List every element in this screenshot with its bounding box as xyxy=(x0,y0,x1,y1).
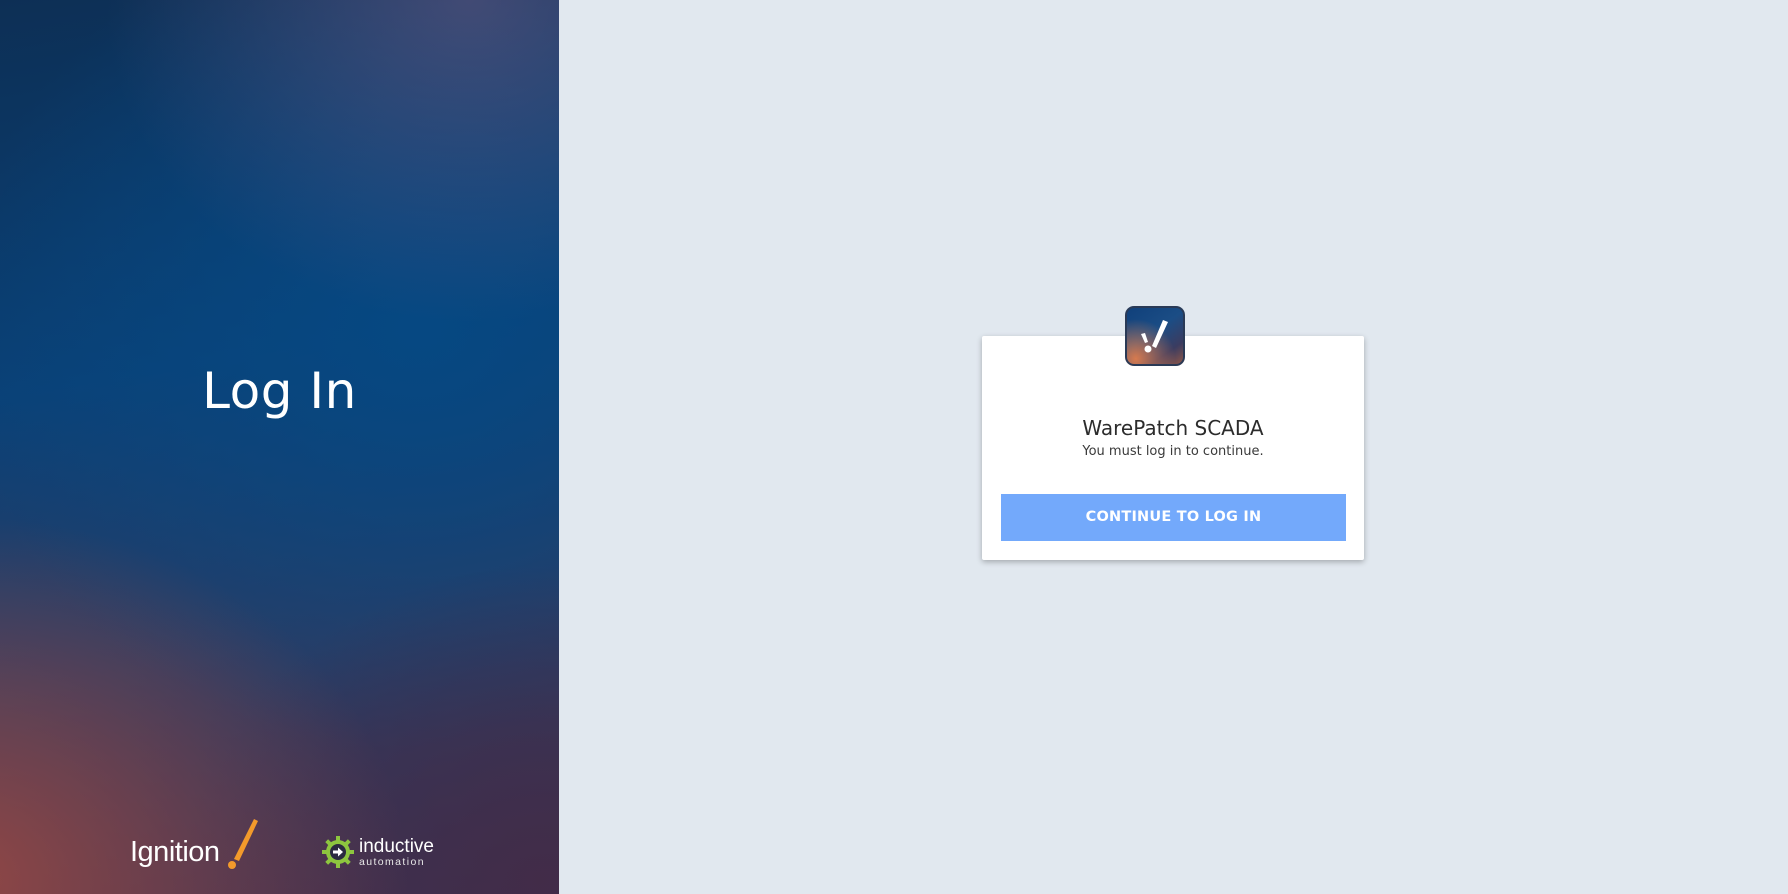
gear-arrow-icon xyxy=(322,836,354,868)
inductive-logo-text: inductive xyxy=(359,836,434,857)
continue-to-login-button[interactable]: CONTINUE TO LOG IN xyxy=(1001,494,1346,541)
login-required-message: You must log in to continue. xyxy=(1082,444,1264,459)
hero-title: Log In xyxy=(202,362,357,420)
ignition-exclamation-icon xyxy=(228,819,258,869)
ignition-exclamation-icon xyxy=(1141,320,1168,353)
app-logo xyxy=(1125,306,1185,366)
automation-logo-text: automation xyxy=(359,856,425,868)
ignition-logo: Ignition xyxy=(130,815,260,875)
login-hero-panel: Log In Ignition inductive automation xyxy=(0,0,559,894)
ignition-logo-text: Ignition xyxy=(130,836,220,868)
inductive-automation-logo: inductive automation xyxy=(322,836,442,872)
login-page: Log In Ignition inductive automation War… xyxy=(0,0,1788,894)
app-title: WarePatch SCADA xyxy=(1082,416,1264,440)
login-card: WarePatch SCADA You must log in to conti… xyxy=(982,306,1364,560)
